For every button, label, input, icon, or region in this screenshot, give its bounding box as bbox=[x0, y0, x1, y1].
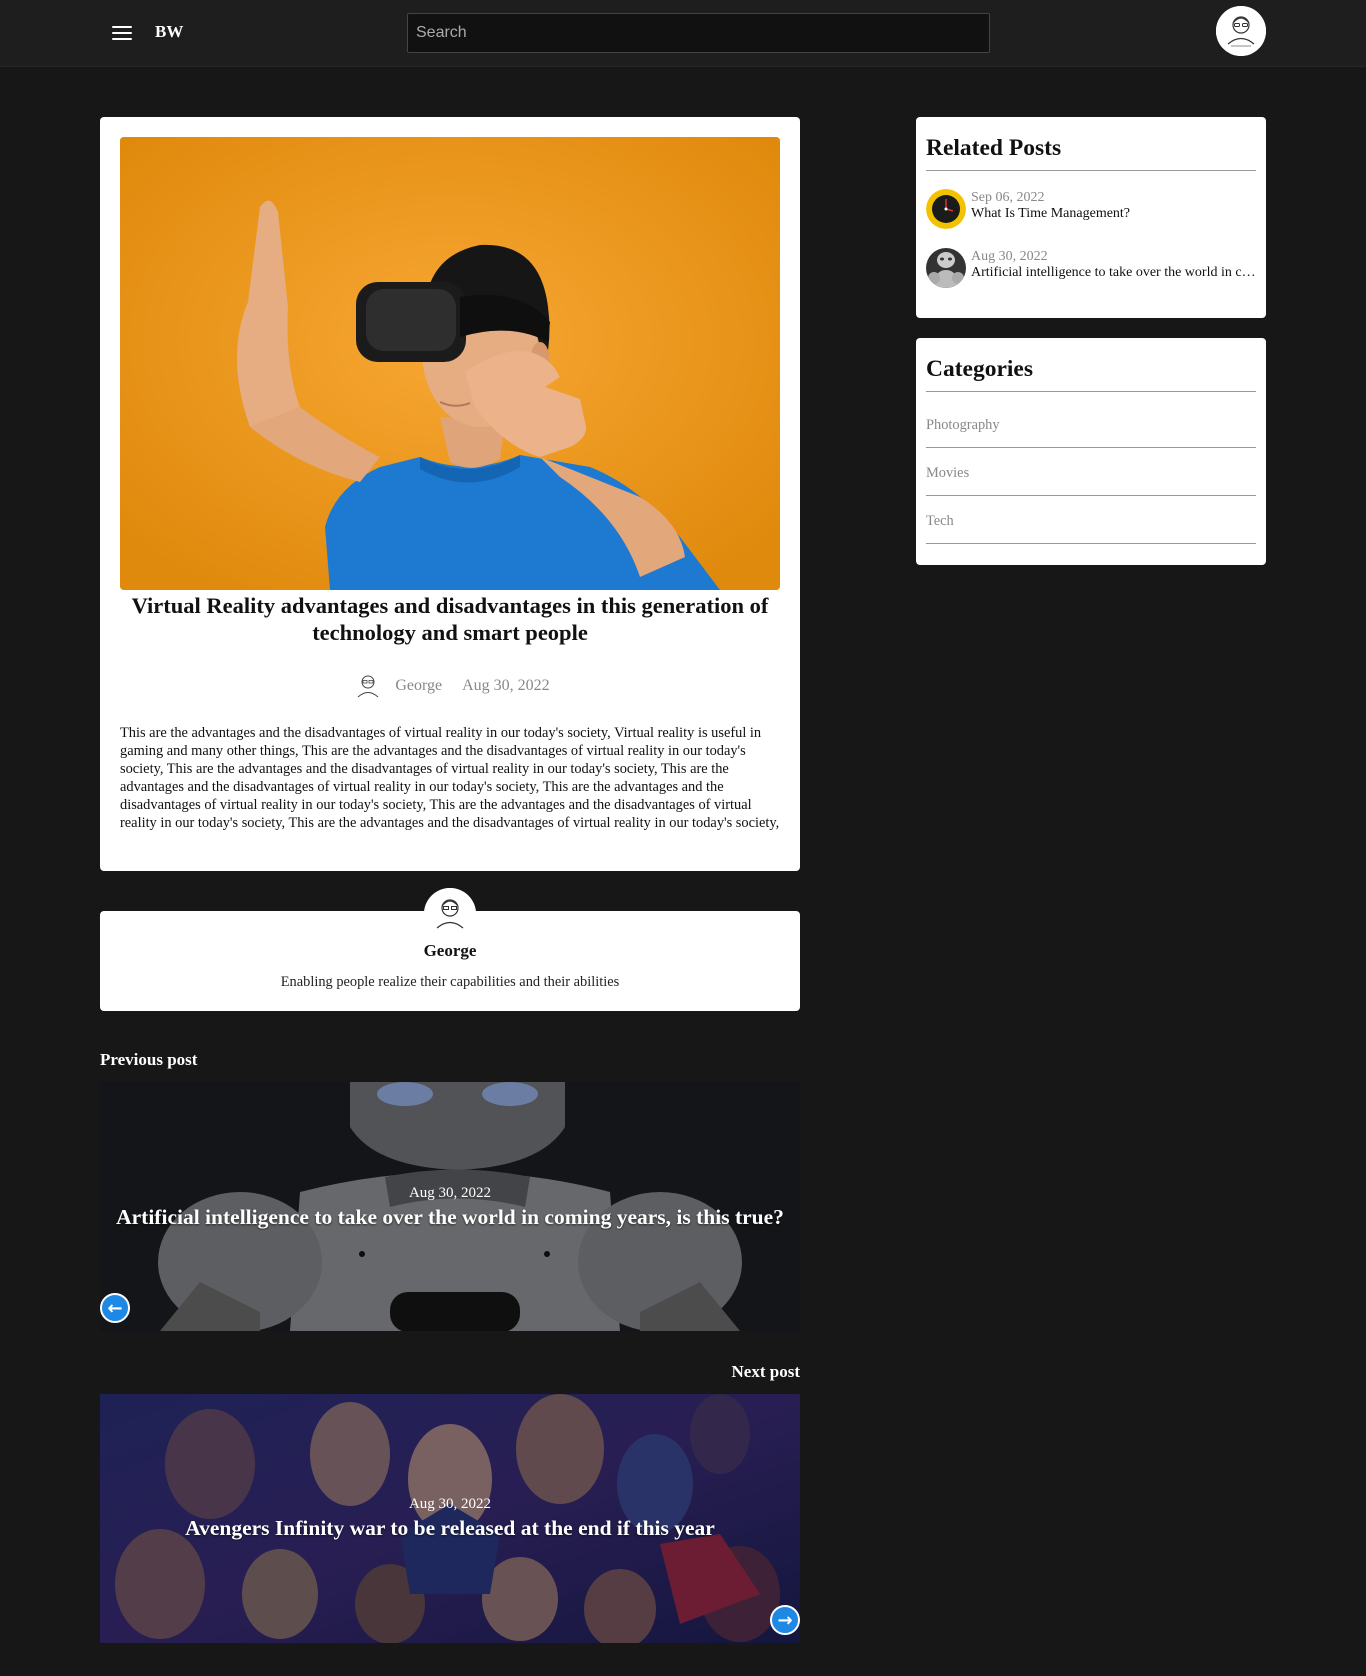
post-title: Virtual Reality advantages and disadvant… bbox=[131, 593, 769, 645]
next-post-date: Aug 30, 2022 bbox=[408, 1496, 492, 1512]
related-post-date: Aug 30, 2022 bbox=[971, 249, 1048, 264]
related-posts-title: Related Posts bbox=[926, 135, 1256, 171]
author-name: George bbox=[423, 941, 477, 960]
previous-post-title: Artificial intelligence to take over the… bbox=[116, 1205, 784, 1229]
next-post-card[interactable]: Aug 30, 2022 Avengers Infinity war to be… bbox=[100, 1394, 800, 1643]
next-post-label: Next post bbox=[731, 1362, 800, 1381]
author-bio: Enabling people realize their capabiliti… bbox=[280, 974, 620, 990]
post-author[interactable]: George bbox=[395, 677, 442, 695]
search-input[interactable] bbox=[407, 13, 990, 53]
related-post-item[interactable]: Aug 30, 2022 Artificial intelligence to … bbox=[926, 248, 1256, 290]
author-avatar-small[interactable] bbox=[350, 668, 387, 704]
vr-headset-photo bbox=[120, 137, 780, 590]
categories-card: Categories Photography Movies Tech bbox=[916, 338, 1266, 565]
user-avatar[interactable] bbox=[1216, 6, 1266, 56]
author-avatar[interactable] bbox=[424, 888, 476, 940]
arrow-left-icon[interactable]: ← bbox=[100, 1293, 130, 1323]
post-body: This are the advantages and the disadvan… bbox=[120, 725, 780, 831]
top-navbar: BW bbox=[0, 0, 1366, 67]
post-date: Aug 30, 2022 bbox=[462, 677, 550, 694]
post-meta: George Aug 30, 2022 bbox=[100, 668, 800, 704]
category-tech[interactable]: Tech bbox=[926, 496, 1256, 544]
previous-post-date: Aug 30, 2022 bbox=[408, 1185, 492, 1201]
related-posts-card: Related Posts Sep 06, 2022 What Is Time … bbox=[916, 117, 1266, 318]
previous-post-label: Previous post bbox=[100, 1050, 198, 1069]
post-card: Virtual Reality advantages and disadvant… bbox=[100, 117, 800, 871]
author-card: George Enabling people realize their cap… bbox=[100, 888, 800, 1011]
related-post-date: Sep 06, 2022 bbox=[971, 190, 1045, 205]
related-post-title: What Is Time Management? bbox=[971, 206, 1131, 221]
clock-icon bbox=[926, 189, 966, 229]
post-hero-image bbox=[120, 137, 780, 590]
robot-thumbnail bbox=[926, 248, 966, 288]
author-avatar-icon bbox=[424, 888, 476, 940]
author-avatar-icon bbox=[350, 668, 387, 704]
category-movies[interactable]: Movies bbox=[926, 448, 1256, 496]
related-post-title: Artificial intelligence to take over the… bbox=[971, 265, 1256, 280]
categories-title: Categories bbox=[926, 356, 1256, 392]
arrow-right-icon[interactable]: → bbox=[770, 1605, 800, 1635]
user-avatar-icon bbox=[1216, 6, 1266, 56]
hamburger-menu-icon[interactable] bbox=[112, 24, 132, 42]
brand-logo[interactable]: BW bbox=[155, 22, 183, 42]
category-photography[interactable]: Photography bbox=[926, 400, 1256, 448]
next-post-title: Avengers Infinity war to be released at … bbox=[185, 1516, 715, 1540]
previous-post-card[interactable]: Aug 30, 2022 Artificial intelligence to … bbox=[100, 1082, 800, 1331]
related-post-item[interactable]: Sep 06, 2022 What Is Time Management? bbox=[926, 189, 1256, 231]
clock-thumbnail bbox=[926, 189, 966, 229]
robot-icon bbox=[926, 248, 966, 288]
